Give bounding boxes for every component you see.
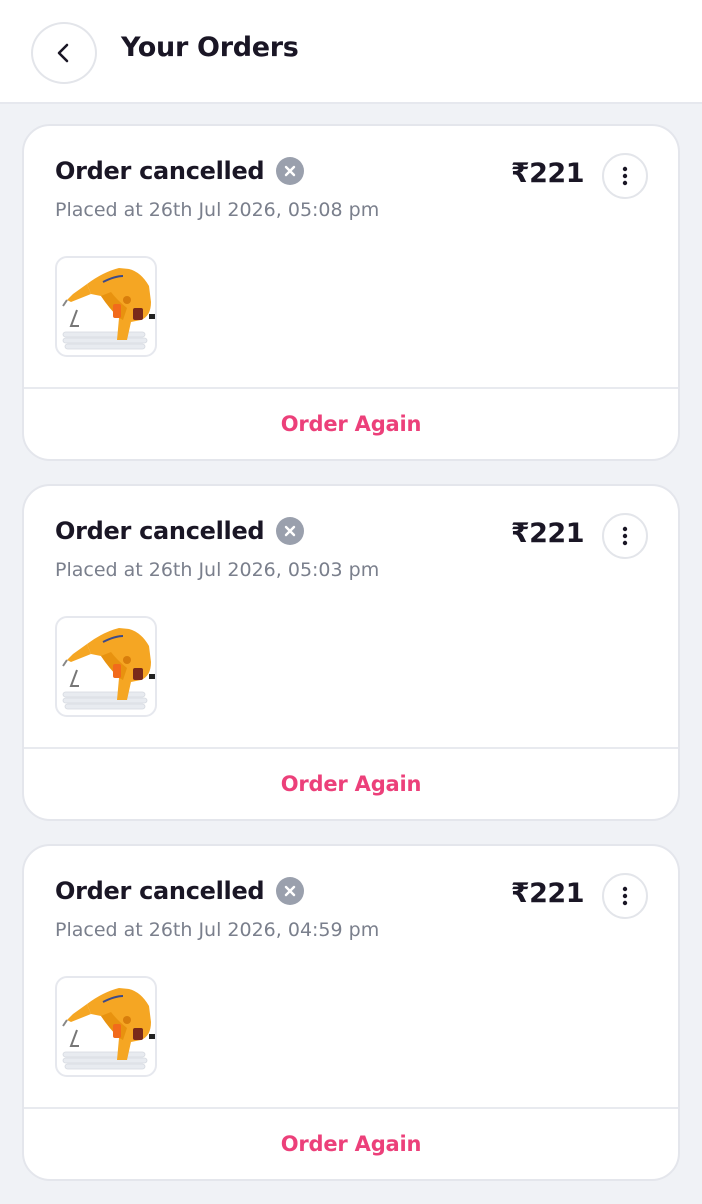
more-options-button[interactable] <box>602 873 648 919</box>
order-price: ₹221 <box>510 878 585 909</box>
order-status: Order cancelled <box>55 877 265 905</box>
glue-gun-image <box>62 628 155 710</box>
x-circle-icon <box>276 157 305 185</box>
order-status: Order cancelled <box>55 157 265 185</box>
order-again-button[interactable]: Order Again <box>24 389 678 459</box>
order-status-row: Order cancelled <box>55 877 305 905</box>
more-vertical-icon <box>622 526 628 546</box>
order-placed-time: Placed at 26th Jul 2026, 05:03 pm <box>55 559 380 581</box>
more-vertical-icon <box>622 886 628 906</box>
order-again-button[interactable]: Order Again <box>24 749 678 819</box>
chevron-left-icon <box>57 43 69 63</box>
page-title: Your Orders <box>121 32 299 63</box>
order-card[interactable]: Order cancelled Placed at 26th Jul 2026,… <box>22 844 680 1181</box>
order-item-thumbnail[interactable] <box>55 976 157 1077</box>
back-button[interactable] <box>31 22 97 84</box>
x-circle-icon <box>276 517 305 545</box>
order-placed-time: Placed at 26th Jul 2026, 04:59 pm <box>55 919 380 941</box>
more-options-button[interactable] <box>602 513 648 559</box>
glue-gun-image <box>62 988 155 1070</box>
order-price: ₹221 <box>510 158 585 189</box>
more-options-button[interactable] <box>602 153 648 199</box>
order-status: Order cancelled <box>55 517 265 545</box>
order-status-row: Order cancelled <box>55 517 305 545</box>
x-circle-icon <box>276 877 305 905</box>
order-card[interactable]: Order cancelled Placed at 26th Jul 2026,… <box>22 124 680 461</box>
order-status-row: Order cancelled <box>55 157 305 185</box>
order-placed-time: Placed at 26th Jul 2026, 05:08 pm <box>55 199 380 221</box>
orders-list: Order cancelled Placed at 26th Jul 2026,… <box>22 124 680 1204</box>
order-price: ₹221 <box>510 518 585 549</box>
order-item-thumbnail[interactable] <box>55 616 157 717</box>
order-card[interactable]: Order cancelled Placed at 26th Jul 2026,… <box>22 484 680 821</box>
app-header: Your Orders <box>0 0 702 104</box>
order-item-thumbnail[interactable] <box>55 256 157 357</box>
glue-gun-image <box>62 268 155 350</box>
order-again-button[interactable]: Order Again <box>24 1109 678 1179</box>
more-vertical-icon <box>622 166 628 186</box>
